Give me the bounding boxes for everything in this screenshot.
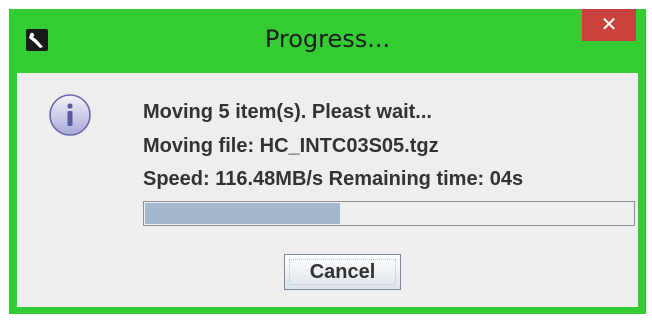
info-icon [48, 93, 92, 137]
focus-ring [289, 259, 396, 285]
current-file-label: Moving file: HC_INTC03S05.tgz [143, 135, 439, 157]
dialog-window: Progress... ✕ Moving 5 item(s). Pleast w… [9, 9, 646, 314]
speed-remaining-label: Speed: 116.48MB/s Remaining time: 04s [143, 168, 524, 190]
progress-bar [143, 201, 635, 226]
close-icon: ✕ [600, 12, 618, 36]
window-title: Progress... [264, 25, 391, 53]
status-message: Moving 5 item(s). Pleast wait... [143, 101, 432, 123]
progress-fill [145, 203, 341, 224]
cancel-button[interactable]: Cancel [284, 254, 401, 290]
close-button[interactable]: ✕ [582, 9, 636, 41]
dialog-content: Moving 5 item(s). Pleast wait... Moving … [17, 73, 638, 307]
title-bar[interactable]: Progress... ✕ [9, 9, 646, 75]
